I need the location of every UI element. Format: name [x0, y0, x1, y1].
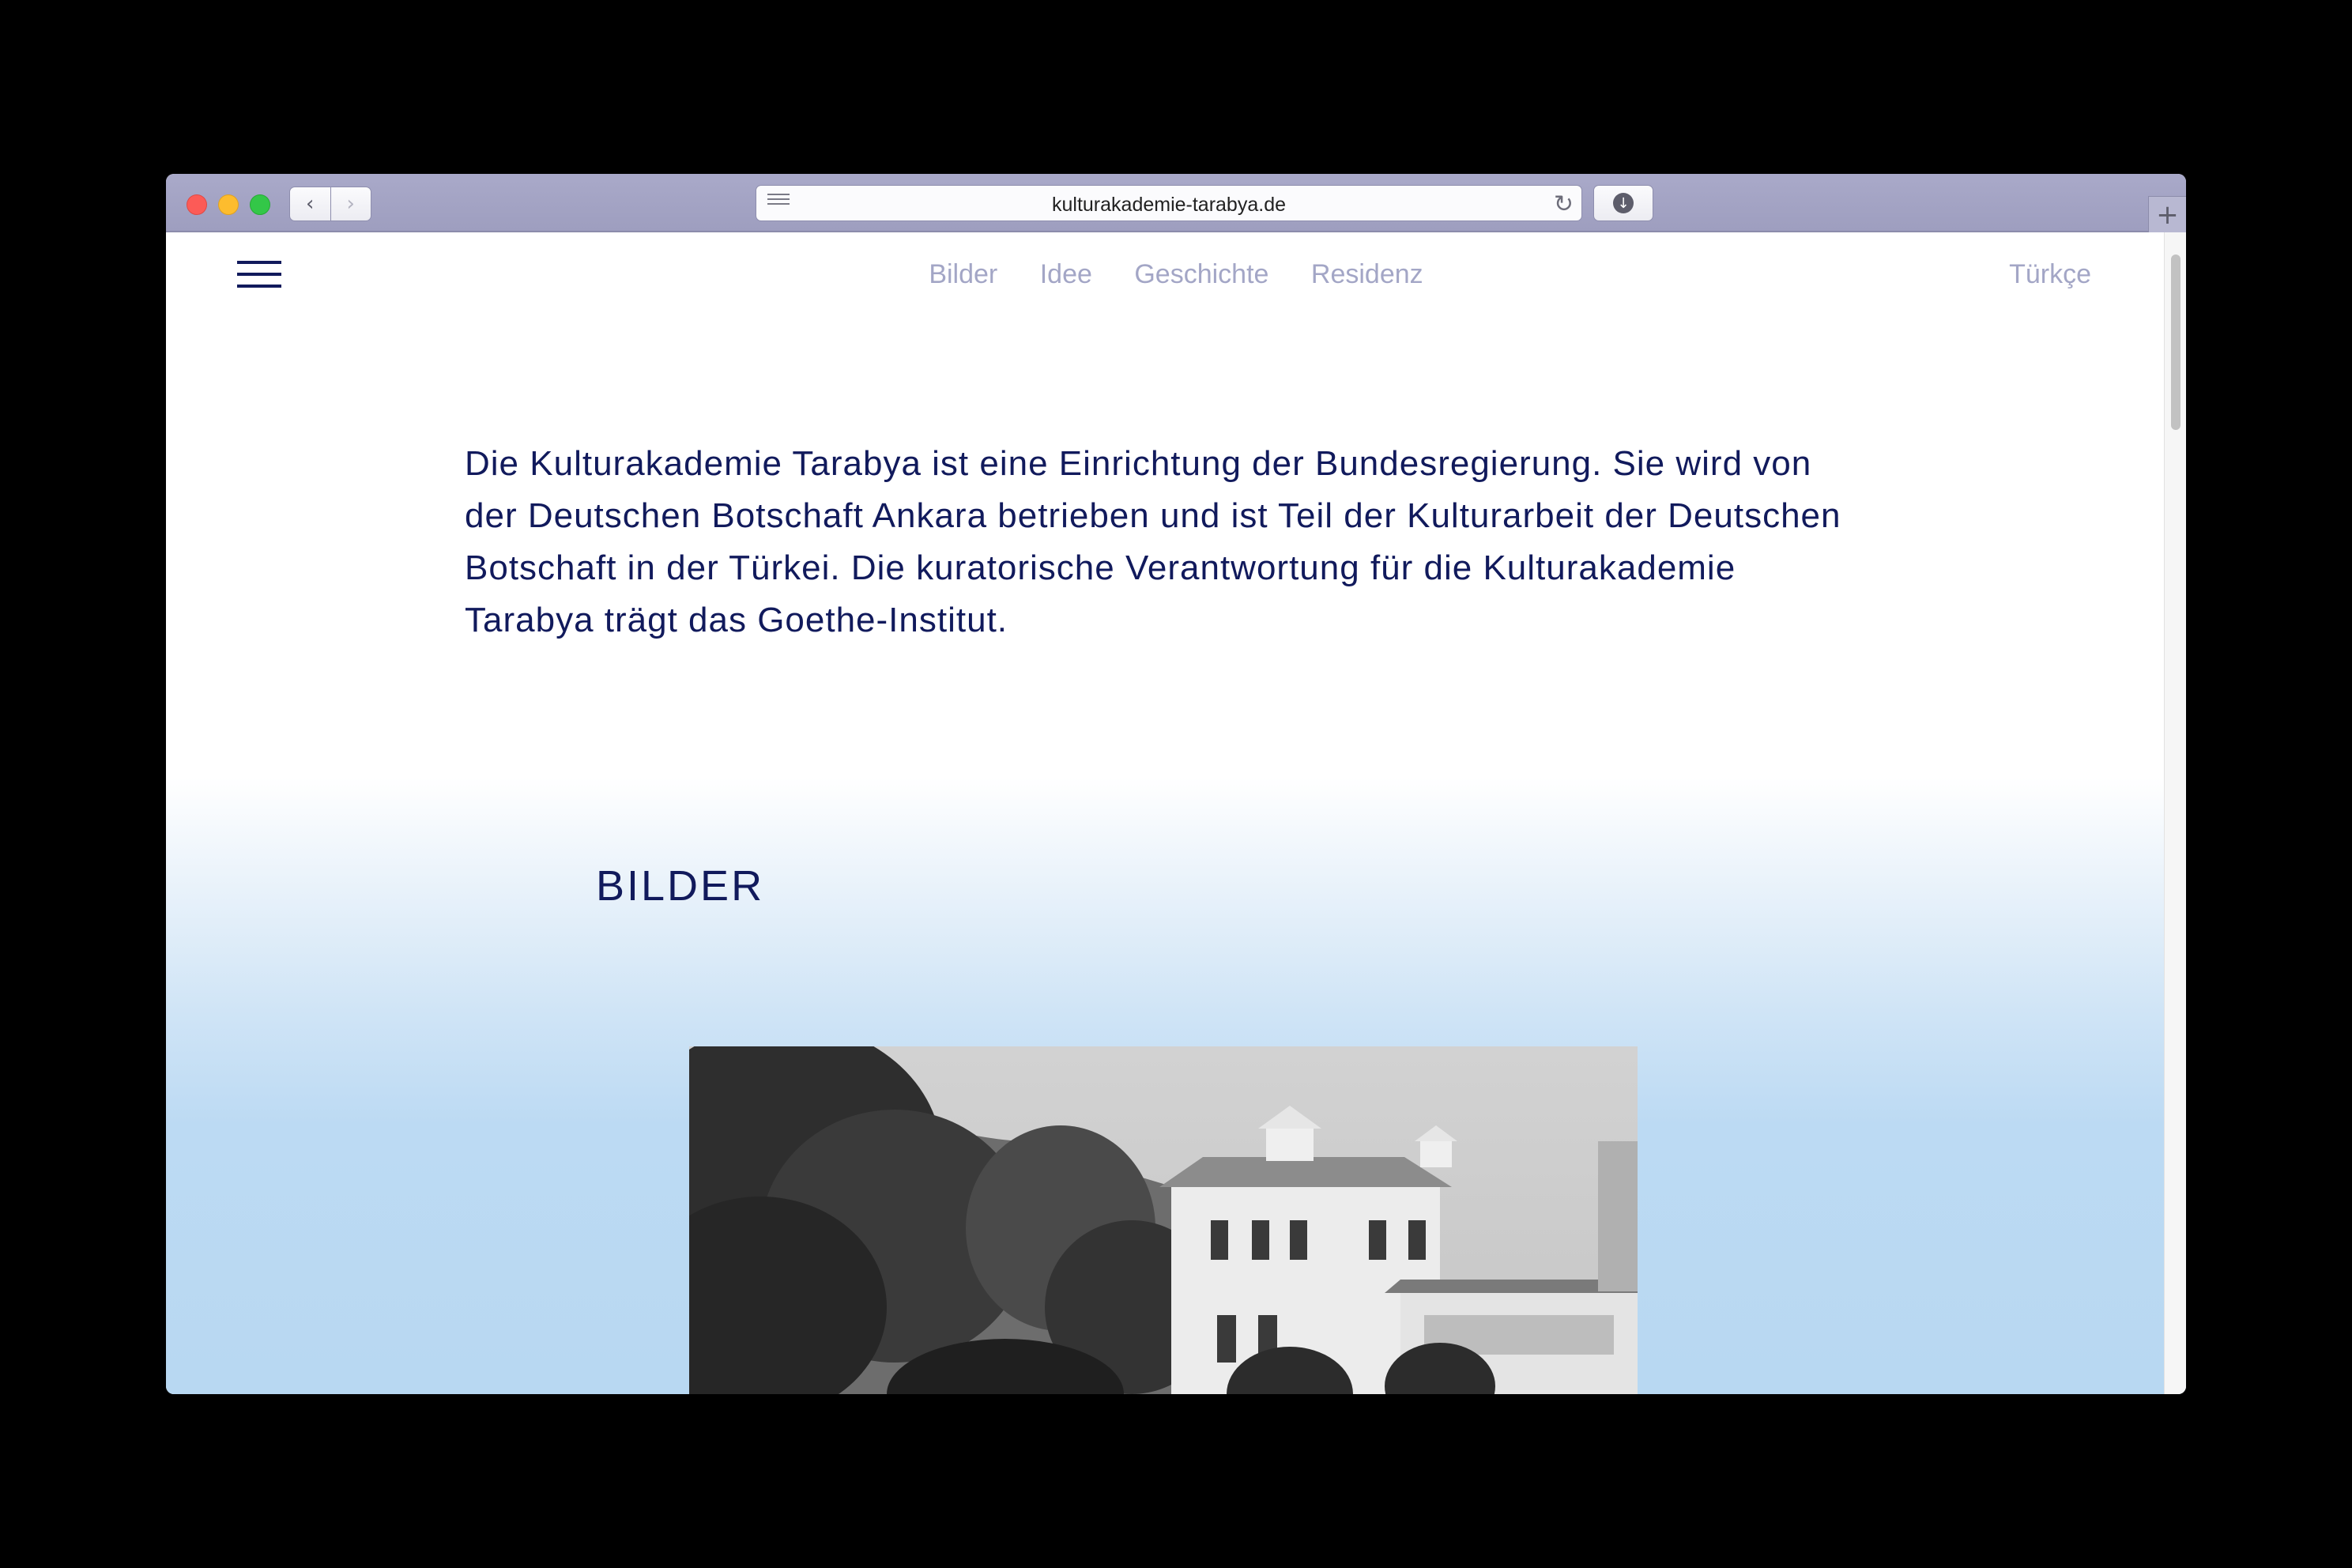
downloads-button[interactable]: ↓ — [1593, 185, 1653, 221]
nav-item-geschichte[interactable]: Geschichte — [1134, 259, 1268, 289]
vertical-scrollbar[interactable] — [2164, 232, 2186, 1394]
history-navigation: ‹ › — [289, 187, 371, 221]
new-tab-button[interactable]: + — [2148, 196, 2186, 232]
maximize-window-button[interactable] — [250, 194, 270, 215]
url-text: kulturakademie-tarabya.de — [1052, 194, 1286, 216]
scrollbar-thumb[interactable] — [2171, 254, 2180, 430]
section-heading-bilder: BILDER — [596, 862, 765, 910]
browser-window: ‹ › kulturakademie-tarabya.de ↻ ↓ + Bild… — [166, 174, 2186, 1394]
back-button[interactable]: ‹ — [290, 187, 330, 220]
language-switch-link[interactable]: Türkçe — [2009, 259, 2091, 290]
address-bar[interactable]: kulturakademie-tarabya.de ↻ — [756, 185, 1582, 221]
close-window-button[interactable] — [187, 194, 207, 215]
page-content: Bilder Idee Geschichte Residenz Türkçe D… — [166, 232, 2186, 1394]
main-navigation: Bilder Idee Geschichte Residenz — [166, 259, 2186, 290]
reload-icon[interactable]: ↻ — [1554, 190, 1574, 218]
chevron-left-icon: ‹ — [306, 192, 315, 216]
forward-button[interactable]: › — [330, 187, 371, 220]
download-icon: ↓ — [1613, 193, 1634, 213]
nav-item-idee[interactable]: Idee — [1040, 259, 1092, 289]
browser-toolbar: ‹ › kulturakademie-tarabya.de ↻ ↓ + — [166, 174, 2186, 232]
minimize-window-button[interactable] — [218, 194, 239, 215]
chevron-right-icon: › — [346, 192, 355, 216]
intro-paragraph: Die Kulturakademie Tarabya ist eine Einr… — [465, 444, 1841, 639]
nav-item-bilder[interactable]: Bilder — [929, 259, 997, 289]
nav-item-residenz[interactable]: Residenz — [1311, 259, 1423, 289]
plus-icon: + — [2156, 198, 2179, 231]
villa-photo[interactable] — [689, 1046, 1638, 1394]
